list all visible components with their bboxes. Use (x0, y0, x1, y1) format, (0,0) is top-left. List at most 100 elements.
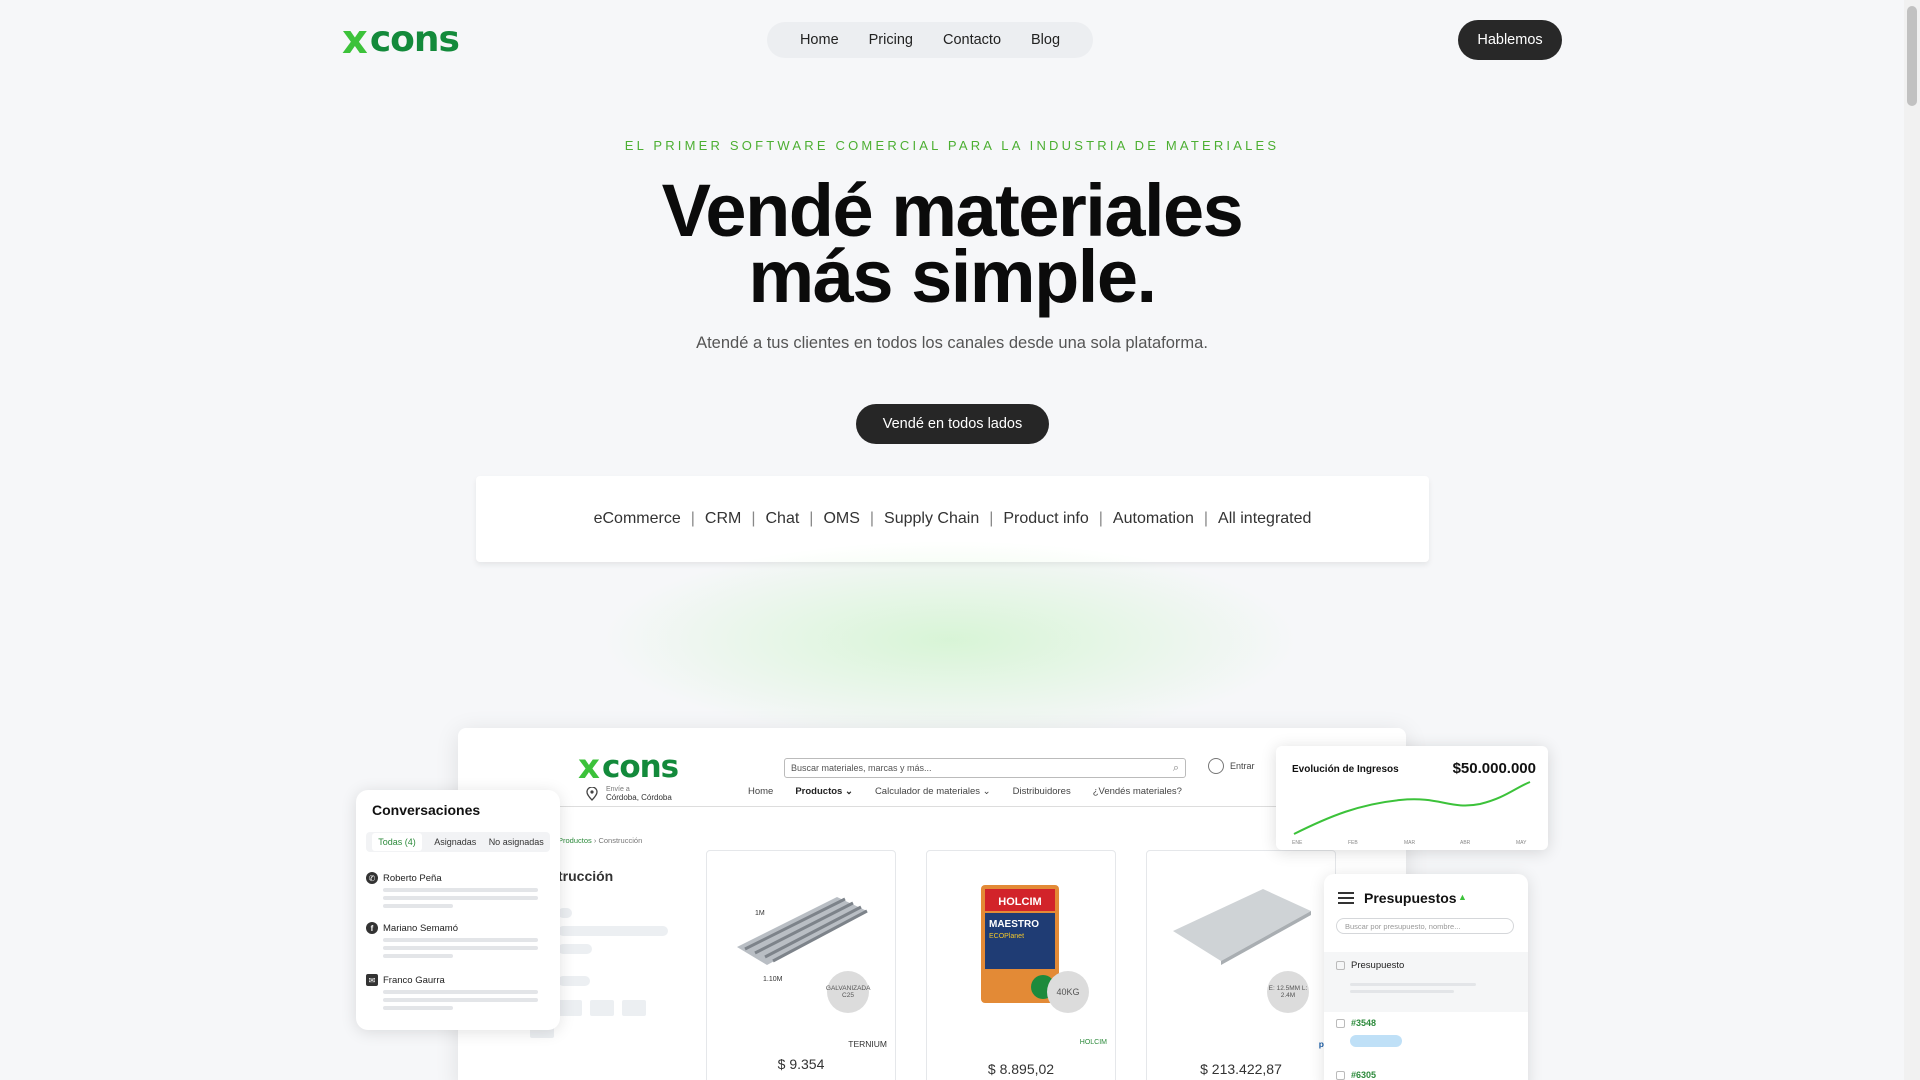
decorative-glow (600, 540, 1300, 740)
category-title: trucción (558, 868, 614, 884)
presupuestos-panel: Presupuestos ▲ Buscar por presupuesto, n… (1324, 874, 1528, 1080)
message-preview-line (383, 954, 453, 958)
sheet-length-tag: 1.10M (763, 976, 783, 983)
conversation-item[interactable]: ✆ Roberto Peña (366, 872, 550, 908)
presupuestos-header-row: Presupuesto (1324, 952, 1528, 1012)
presupuesto-row[interactable]: #6305 (1324, 1062, 1528, 1080)
product-spec-badge: E: 12.5MM L: 2.4M (1267, 971, 1309, 1013)
logo-text: cons (369, 19, 460, 60)
filter-placeholder (590, 1000, 614, 1016)
search-icon[interactable]: ⌕ (1173, 762, 1179, 775)
nav-contacto[interactable]: Contacto (943, 32, 1001, 48)
revenue-line-chart: ENE FEB MAR ABR MAY (1292, 781, 1531, 846)
mockup-location: Envíe a Córdoba, Córdoba (586, 786, 672, 802)
mockup-search-placeholder: Buscar materiales, marcas y más... (791, 763, 932, 773)
conversations-title: Conversaciones (372, 802, 481, 818)
location-text: Envíe a Córdoba, Córdoba (606, 786, 672, 802)
feature-separator: | (690, 510, 695, 527)
message-preview-line (383, 904, 453, 908)
product-price: $ 213.422,87 (1200, 1061, 1282, 1077)
hero-cta-button[interactable]: Vendé en todos lados (856, 404, 1049, 444)
cement-bag-subtitle: ECOPlanet (989, 933, 1024, 940)
feature-automation: Automation (1112, 510, 1194, 527)
page-scrollbar[interactable] (1904, 0, 1920, 1080)
filter-placeholder (558, 976, 590, 986)
conversation-name: Roberto Peña (383, 872, 442, 884)
filter-placeholder (558, 908, 572, 918)
feature-all-integrated: All integrated (1218, 510, 1312, 527)
logo-x: x (342, 17, 368, 63)
nav-pricing[interactable]: Pricing (869, 32, 913, 48)
location-value: Córdoba, Córdoba (606, 793, 672, 802)
mockup-login[interactable]: Entrar (1208, 758, 1255, 774)
feature-separator: | (989, 510, 994, 527)
mockup-nav-productos[interactable]: Productos ⌄ (795, 786, 853, 797)
breadcrumb-current: Construcción (598, 836, 643, 845)
message-preview-line (383, 896, 538, 900)
mockup-login-label: Entrar (1230, 761, 1255, 771)
caret-up-icon[interactable]: ▲ (1458, 892, 1467, 902)
product-spec-badge: GALVANIZADA C25 (826, 971, 870, 1013)
revenue-card: Evolución de Ingresos $50.000.000 ENE FE… (1276, 746, 1548, 850)
message-preview-line (383, 998, 538, 1002)
xcons-logo[interactable]: x cons (342, 19, 460, 60)
month-label: MAR (1404, 840, 1416, 846)
presupuesto-row[interactable]: #3548 (1324, 1010, 1528, 1062)
location-label: Envíe a (606, 786, 630, 793)
tab-todas[interactable]: Todas (4) (372, 833, 422, 851)
presupuesto-code: #6305 (1351, 1070, 1377, 1080)
feature-separator: | (1203, 510, 1209, 527)
checkbox[interactable] (1336, 960, 1345, 970)
tab-no-asignadas[interactable]: No asignadas (489, 837, 544, 847)
mockup-search-input[interactable]: Buscar materiales, marcas y más... ⌕ (784, 758, 1186, 778)
checkbox[interactable] (1336, 1070, 1345, 1080)
product-card[interactable]: E: 12.5MM L: 2.4M placo $ 213.422,87 (1146, 850, 1341, 1080)
nav-home[interactable]: Home (800, 32, 839, 48)
message-preview-line (383, 888, 538, 892)
checkbox[interactable] (1336, 1018, 1345, 1028)
product-card[interactable]: HOLCIM MAESTRO ECOPlanet 40KG HOLCIM $ 8… (926, 850, 1116, 1080)
scrollbar-thumb[interactable] (1907, 6, 1917, 106)
cement-bag-brand: HOLCIM (998, 896, 1041, 908)
conversation-item[interactable]: ✉ Franco Gaurra (366, 974, 550, 1010)
conversation-name: Franco Gaurra (383, 974, 445, 986)
mockup-nav-home[interactable]: Home (748, 786, 773, 797)
mockup-nav-calculador[interactable]: Calculador de materiales ⌄ (875, 786, 991, 797)
conversation-item[interactable]: f Mariano Semamó (366, 922, 550, 958)
product-price: $ 8.895,02 (987, 1061, 1055, 1077)
filter-placeholder (558, 944, 592, 954)
chevron-down-icon: ⌄ (982, 786, 991, 797)
feature-separator: | (751, 510, 756, 527)
product-brand: TERNIUM (848, 1039, 887, 1049)
feature-ecommerce: eCommerce (593, 510, 681, 527)
feature-separator: | (1098, 510, 1103, 527)
location-pin-icon (586, 787, 598, 801)
list-icon (1338, 892, 1354, 904)
tab-asignadas[interactable]: Asignadas (434, 837, 476, 847)
month-label: MAY (1516, 840, 1527, 846)
feature-product-info: Product info (1003, 510, 1089, 527)
feature-chat: Chat (765, 510, 800, 527)
presupuesto-code: #3548 (1351, 1018, 1377, 1028)
mockup-logo: x cons (578, 748, 679, 785)
month-label: ABR (1460, 840, 1471, 846)
message-preview-line (383, 990, 538, 994)
conversation-name: Mariano Semamó (383, 922, 458, 934)
nav-blog[interactable]: Blog (1031, 32, 1060, 48)
conversation-header: f Mariano Semamó (366, 922, 550, 934)
mockup-nav-distribuidores[interactable]: Distribuidores (1013, 786, 1071, 797)
product-card[interactable]: 1M 1.10M GALVANIZADA C25 TERNIUM $ 9.354 (706, 850, 896, 1080)
revenue-title: Evolución de Ingresos (1292, 764, 1399, 775)
row-placeholder-line (1350, 990, 1454, 993)
filter-placeholder (558, 926, 668, 936)
conversations-tabs: Todas (4) Asignadas No asignadas (366, 832, 550, 852)
presupuestos-search-input[interactable]: Buscar por presupuesto, nombre... (1336, 918, 1514, 934)
conversation-header: ✆ Roberto Peña (366, 872, 550, 884)
hablemos-button[interactable]: Hablemos (1458, 20, 1562, 60)
breadcrumb-root[interactable]: Productos (558, 836, 592, 845)
mockup-nav-vendes[interactable]: ¿Vendés materiales? (1093, 786, 1182, 797)
chevron-down-icon: ⌄ (844, 786, 853, 797)
feature-oms: OMS (823, 510, 860, 527)
logo-text: cons (601, 748, 679, 785)
main-nav: Home Pricing Contacto Blog (767, 22, 1093, 58)
